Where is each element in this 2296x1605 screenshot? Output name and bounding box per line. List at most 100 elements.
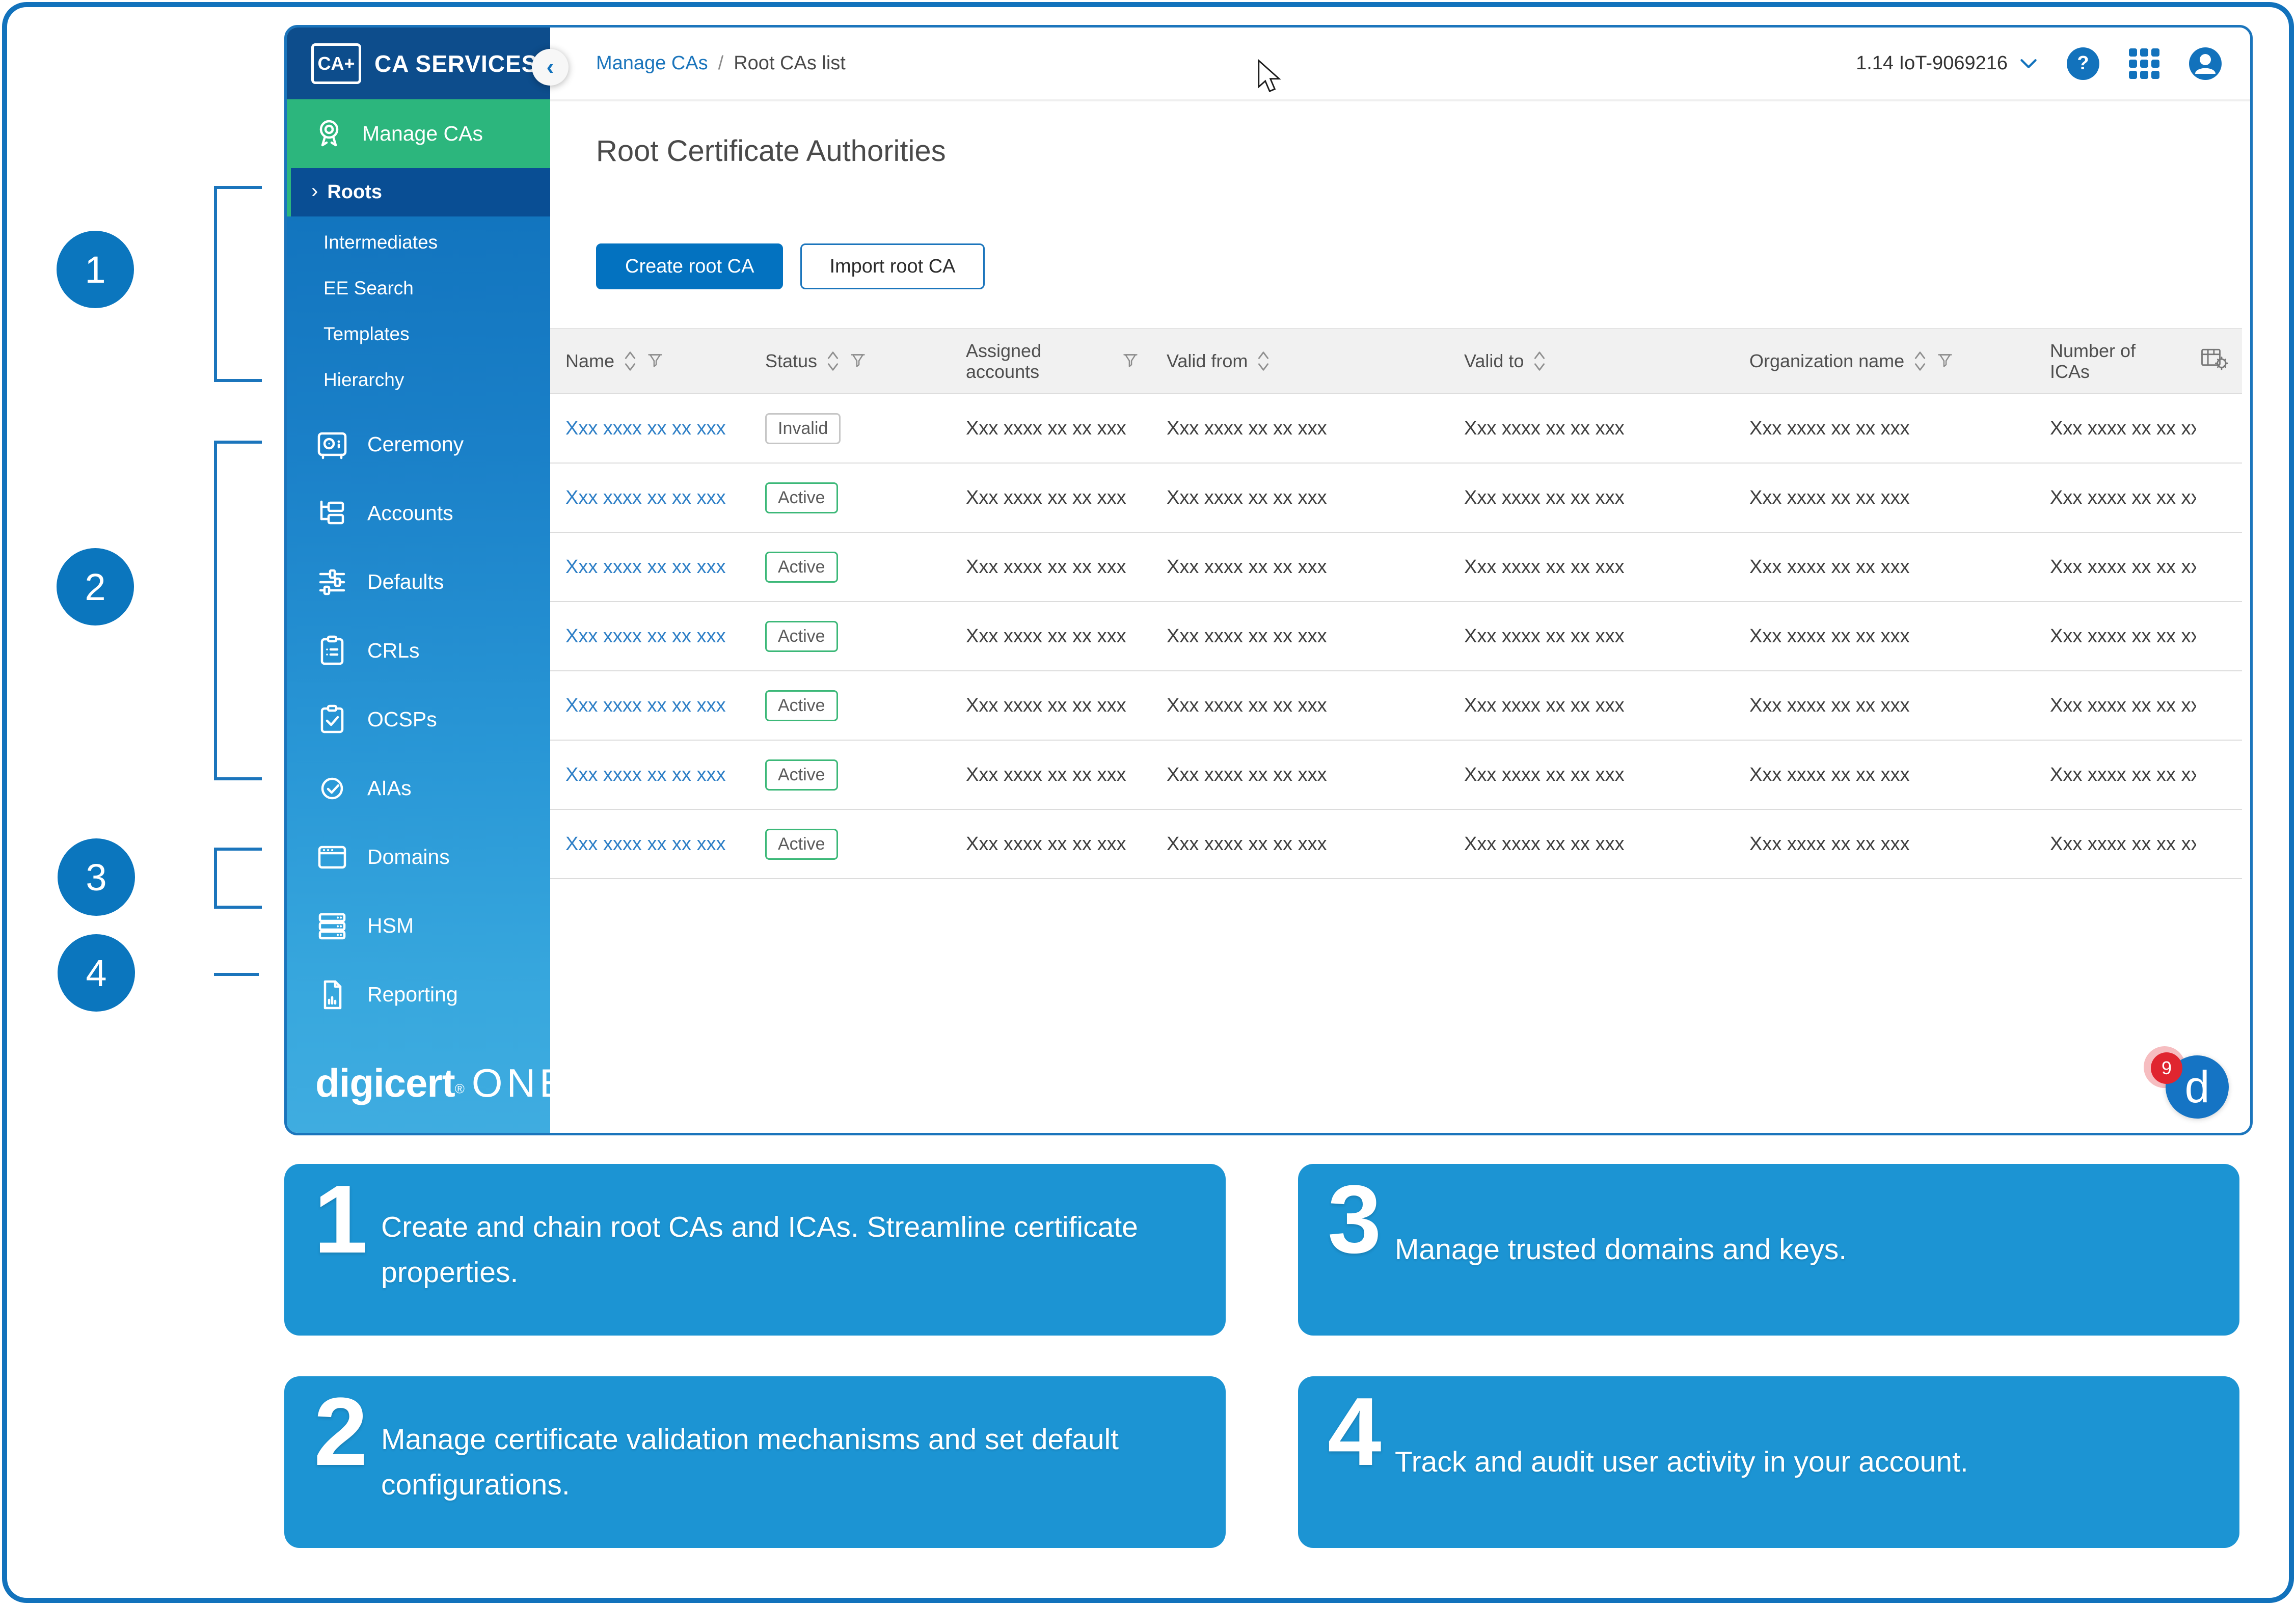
table-row[interactable]: Xxx xxxx xx xx xxx Active Xxx xxxx xx xx… <box>550 602 2242 671</box>
sidebar-item-reporting[interactable]: Reporting <box>287 960 550 1029</box>
sidebar-subitem-roots[interactable]: › Roots <box>291 168 550 216</box>
sort-icon[interactable] <box>1912 349 1928 373</box>
organization-cell: Xxx xxxx xx xx xxx <box>1734 833 2035 855</box>
sort-icon[interactable] <box>1256 349 1271 373</box>
table-row[interactable]: Xxx xxxx xx xx xxx Active Xxx xxxx xx xx… <box>550 741 2242 810</box>
main-area: Manage CAs / Root CAs list 1.14 IoT-9069… <box>550 28 2250 1133</box>
sidebar-subitem-ee-search[interactable]: EE Search <box>287 265 550 311</box>
legend-card-3: 3 Manage trusted domains and keys. <box>1298 1164 2239 1336</box>
table-row[interactable]: Xxx xxxx xx xx xxx Active Xxx xxxx xx xx… <box>550 810 2242 879</box>
callout-circle-1: 1 <box>57 231 134 308</box>
vault-icon <box>314 427 350 463</box>
table-row[interactable]: Xxx xxxx xx xx xxx Active Xxx xxxx xx xx… <box>550 533 2242 602</box>
filter-icon[interactable] <box>1121 352 1140 370</box>
ca-name-link[interactable]: Xxx xxxx xx xx xxx <box>550 695 750 717</box>
column-header-organization-name[interactable]: Organization name <box>1734 349 2035 373</box>
sidebar-item-label: Accounts <box>367 501 453 525</box>
column-label: Valid to <box>1464 350 1524 371</box>
sidebar-item-label: CRLs <box>367 639 420 663</box>
sort-icon[interactable] <box>825 349 841 373</box>
help-button[interactable]: ? <box>2067 47 2099 80</box>
status-badge: Active <box>765 621 838 652</box>
create-root-ca-button[interactable]: Create root CA <box>596 243 783 289</box>
ca-name-link[interactable]: Xxx xxxx xx xx xxx <box>550 556 750 578</box>
organization-cell: Xxx xxxx xx xx xxx <box>1734 487 2035 509</box>
column-header-valid-from[interactable]: Valid from <box>1151 349 1449 373</box>
icas-cell: Xxx xxxx xx xx xxx <box>2035 487 2196 509</box>
app-window: CA+ CA SERVICES Manage CAs › Roots Inter… <box>284 25 2253 1135</box>
column-header-name[interactable]: Name <box>550 349 750 373</box>
column-label: Valid from <box>1167 350 1248 371</box>
table-row[interactable]: Xxx xxxx xx xx xxx Active Xxx xxxx xx xx… <box>550 671 2242 741</box>
sidebar-item-ceremony[interactable]: Ceremony <box>287 410 550 479</box>
organization-cell: Xxx xxxx xx xx xxx <box>1734 418 2035 440</box>
status-badge: Active <box>765 552 838 583</box>
column-header-status[interactable]: Status <box>750 349 951 373</box>
valid-from-cell: Xxx xxxx xx xx xxx <box>1151 556 1449 578</box>
clipboard-list-icon <box>314 633 350 669</box>
version-selector[interactable]: 1.14 IoT-9069216 <box>1856 52 2037 74</box>
table-row[interactable]: Xxx xxxx xx xx xxx Active Xxx xxxx xx xx… <box>550 464 2242 533</box>
sidebar-subitem-label: Roots <box>327 181 382 203</box>
breadcrumb-current: Root CAs list <box>734 52 846 74</box>
card-text: Manage trusted domains and keys. <box>1395 1227 1847 1272</box>
filter-icon[interactable] <box>849 352 867 370</box>
sort-icon[interactable] <box>1532 349 1547 373</box>
legend-card-2: 2 Manage certificate validation mechanis… <box>284 1376 1226 1548</box>
sidebar-subitem-hierarchy[interactable]: Hierarchy <box>287 357 550 403</box>
card-text: Manage certificate validation mechanisms… <box>381 1417 1160 1507</box>
import-root-ca-button[interactable]: Import root CA <box>800 243 984 289</box>
digicert-one-logo: digicert®ONE <box>287 1060 550 1133</box>
sidebar: CA+ CA SERVICES Manage CAs › Roots Inter… <box>287 28 550 1133</box>
ca-name-link[interactable]: Xxx xxxx xx xx xxx <box>550 487 750 509</box>
column-label: Status <box>765 350 817 371</box>
filter-icon[interactable] <box>646 352 664 370</box>
app-switcher-button[interactable] <box>2129 48 2159 79</box>
assigned-accounts-cell: Xxx xxxx xx xx xxx <box>951 418 1151 440</box>
sidebar-item-accounts[interactable]: Accounts <box>287 479 550 548</box>
sidebar-item-manage-cas[interactable]: Manage CAs <box>287 99 550 168</box>
ca-name-link[interactable]: Xxx xxxx xx xx xxx <box>550 833 750 855</box>
table-row[interactable]: Xxx xxxx xx xx xxx Invalid Xxx xxxx xx x… <box>550 394 2242 464</box>
valid-from-cell: Xxx xxxx xx xx xxx <box>1151 833 1449 855</box>
question-icon: ? <box>2077 52 2089 74</box>
ca-name-link[interactable]: Xxx xxxx xx xx xxx <box>550 625 750 647</box>
user-icon <box>2189 47 2222 80</box>
status-badge: Active <box>765 829 838 860</box>
sidebar-item-defaults[interactable]: Defaults <box>287 548 550 616</box>
callout-bracket-3 <box>214 848 262 909</box>
sidebar-item-domains[interactable]: Domains <box>287 823 550 891</box>
column-header-valid-to[interactable]: Valid to <box>1449 349 1734 373</box>
sidebar-collapse-button[interactable]: ‹ <box>532 49 569 86</box>
column-settings-icon[interactable] <box>2200 346 2229 376</box>
ribbon-icon <box>311 116 347 152</box>
valid-to-cell: Xxx xxxx xx xx xxx <box>1449 487 1734 509</box>
callout-line-4 <box>214 973 259 976</box>
legend-cards: 1 Create and chain root CAs and ICAs. St… <box>284 1164 2239 1548</box>
assigned-accounts-cell: Xxx xxxx xx xx xxx <box>951 556 1151 578</box>
sidebar-subitem-intermediates[interactable]: Intermediates <box>287 220 550 265</box>
sidebar-subitem-templates[interactable]: Templates <box>287 311 550 357</box>
sidebar-item-hsm[interactable]: HSM <box>287 891 550 960</box>
column-header-number-of-icas: Number of ICAs <box>2035 340 2196 383</box>
callout-circle-3: 3 <box>58 838 135 916</box>
ca-name-link[interactable]: Xxx xxxx xx xx xxx <box>550 418 750 440</box>
chat-unread-badge: 9 <box>2151 1052 2182 1084</box>
sidebar-item-label: Manage CAs <box>362 122 483 146</box>
filter-icon[interactable] <box>1936 352 1954 370</box>
sidebar-item-aias[interactable]: AIAs <box>287 754 550 823</box>
chevron-down-icon <box>2020 58 2037 70</box>
chevron-right-icon: › <box>311 181 318 201</box>
sidebar-item-label: OCSPs <box>367 708 437 731</box>
sort-icon[interactable] <box>623 349 638 373</box>
sidebar-item-ocsps[interactable]: OCSPs <box>287 685 550 754</box>
account-button[interactable] <box>2189 47 2222 80</box>
ca-name-link[interactable]: Xxx xxxx xx xx xxx <box>550 764 750 786</box>
sidebar-item-crls[interactable]: CRLs <box>287 616 550 685</box>
column-settings[interactable] <box>2196 346 2242 376</box>
breadcrumb-manage-cas[interactable]: Manage CAs <box>596 52 708 74</box>
assigned-accounts-cell: Xxx xxxx xx xx xxx <box>951 695 1151 717</box>
column-header-assigned-accounts[interactable]: Assigned accounts <box>951 340 1151 383</box>
assigned-accounts-cell: Xxx xxxx xx xx xxx <box>951 833 1151 855</box>
browser-window-icon <box>314 839 350 875</box>
